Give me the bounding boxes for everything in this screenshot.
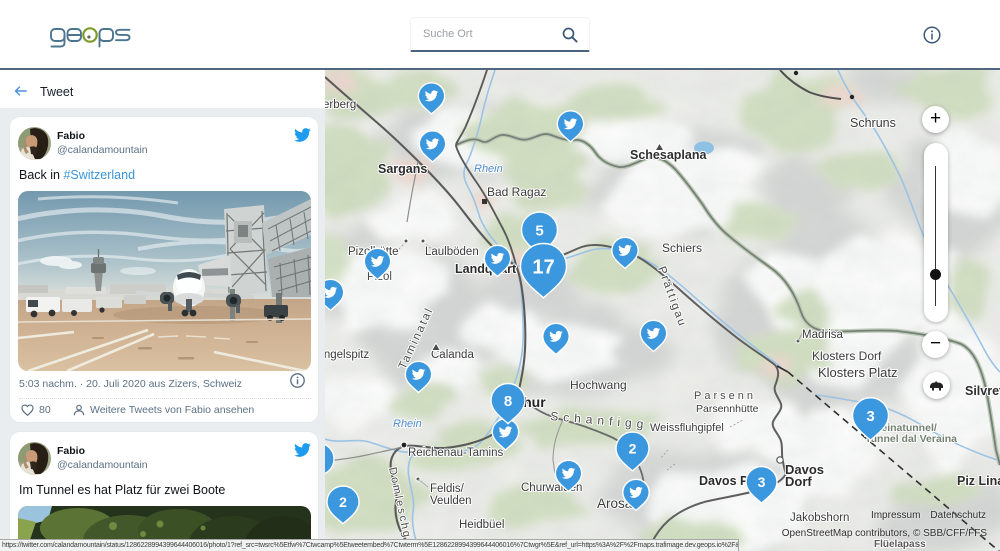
svg-text:Weissfluhgipfel: Weissfluhgipfel: [650, 422, 724, 434]
svg-text:Heidbüel: Heidbüel: [459, 519, 504, 531]
svg-text:3: 3: [758, 474, 766, 490]
svg-text:erberg: erberg: [325, 99, 356, 111]
svg-text:Schiers: Schiers: [662, 241, 702, 255]
svg-text:Klosters Platz: Klosters Platz: [818, 365, 897, 380]
svg-text:Dorf: Dorf: [785, 474, 812, 489]
svg-text:Schruns: Schruns: [850, 116, 896, 130]
svg-text:2: 2: [629, 440, 637, 456]
svg-text:17: 17: [532, 257, 554, 279]
svg-text:Parsennhütte: Parsennhütte: [696, 403, 759, 415]
svg-text:Hochwang: Hochwang: [570, 378, 627, 392]
svg-text:Silvretta: Silvretta: [965, 384, 1000, 398]
svg-text:2: 2: [339, 494, 347, 510]
svg-text:Flüelapass: Flüelapass: [874, 539, 926, 550]
svg-text:Madrisa: Madrisa: [802, 329, 844, 341]
svg-text:Bad Ragaz: Bad Ragaz: [487, 185, 546, 199]
svg-text:Klosters Dorf: Klosters Dorf: [812, 349, 882, 363]
svg-text:Ringelspitz: Ringelspitz: [325, 349, 369, 361]
svg-text:Reichenau-Tamins: Reichenau-Tamins: [408, 447, 503, 459]
svg-text:Jakobshorn: Jakobshorn: [790, 512, 849, 524]
svg-text:Parsenn: Parsenn: [694, 390, 756, 402]
svg-text:5: 5: [535, 222, 543, 239]
svg-text:Schesaplana: Schesaplana: [630, 148, 707, 162]
svg-text:3: 3: [866, 408, 874, 425]
svg-text:8: 8: [504, 393, 512, 410]
svg-text:Piz Linard: Piz Linard: [957, 474, 1000, 488]
svg-text:Feldis/: Feldis/: [430, 483, 465, 495]
svg-text:Rhein: Rhein: [474, 163, 503, 175]
svg-text:Veulden: Veulden: [430, 495, 472, 507]
svg-text:Tunnel dal Veraina: Tunnel dal Veraina: [865, 433, 957, 445]
svg-text:Sargans: Sargans: [378, 162, 427, 176]
svg-text:Laulböden: Laulböden: [425, 246, 479, 258]
svg-text:Rhein: Rhein: [393, 418, 422, 430]
